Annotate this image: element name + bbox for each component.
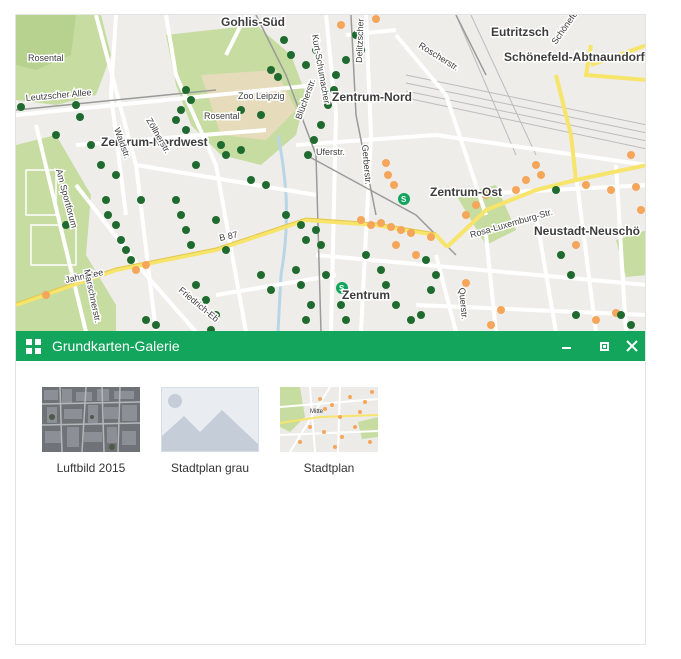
basemap-item-luftbild[interactable]: Luftbild 2015	[36, 387, 146, 475]
maximize-button[interactable]	[594, 336, 614, 356]
map-label-zentrum: Zentrum	[342, 288, 390, 302]
maximize-icon	[599, 341, 609, 351]
map-label-uferstr: Uferstr.	[316, 147, 345, 157]
map-view[interactable]: S S Gohlis-Süd Eutritzsch Schönefeld-Abt…	[16, 15, 646, 332]
map-label-rosental: Rosental	[204, 111, 240, 121]
basemap-widget-frame: S S Gohlis-Süd Eutritzsch Schönefeld-Abt…	[15, 14, 646, 645]
basemap-item-label: Luftbild 2015	[56, 461, 126, 475]
minimize-icon	[561, 347, 571, 349]
city-map-thumbnail[interactable]: Mitte	[280, 387, 378, 452]
map-label-zentrum-nord: Zentrum-Nord	[332, 90, 412, 104]
map-label-eutritzsch: Eutritzsch	[491, 25, 549, 39]
map-label-delitzscher: Delitzscher	[354, 18, 366, 63]
map-label-zoo-leipzig: Zoo Leipzig	[238, 91, 285, 101]
grid-icon	[26, 339, 41, 354]
thumb-label-mitte: Mitte	[310, 409, 324, 415]
placeholder-image-thumbnail[interactable]	[161, 387, 259, 452]
gallery-panel-header[interactable]: Grundkarten-Galerie	[16, 331, 645, 361]
basemap-item-stadtplan[interactable]: Mitte Stadtplan	[274, 387, 384, 475]
svg-text:S: S	[401, 195, 407, 204]
basemap-gallery: Luftbild 2015 Stadtplan grau Mitte Stadt…	[16, 361, 645, 644]
basemap-item-label: Stadtplan grau	[170, 461, 250, 475]
close-icon	[626, 340, 638, 352]
map-label-gohlis-sued: Gohlis-Süd	[221, 15, 285, 29]
minimize-button[interactable]	[556, 336, 576, 356]
map-label-schoenefeld: Schönefeld-Abtnaundorf	[504, 50, 646, 64]
basemap-item-label: Stadtplan	[303, 461, 355, 475]
aerial-photo-thumbnail[interactable]	[42, 387, 140, 452]
map-label-zentrum-ost: Zentrum-Ost	[430, 185, 502, 199]
basemap-item-stadtplan-grau[interactable]: Stadtplan grau	[155, 387, 265, 475]
map-canvas[interactable]: S S Gohlis-Süd Eutritzsch Schönefeld-Abt…	[16, 15, 646, 332]
panel-title: Grundkarten-Galerie	[52, 338, 180, 354]
map-label-neustadt: Neustadt-Neuschö	[534, 224, 640, 238]
map-label-rosental-top: Rosental	[28, 53, 64, 63]
close-button[interactable]	[622, 336, 642, 356]
